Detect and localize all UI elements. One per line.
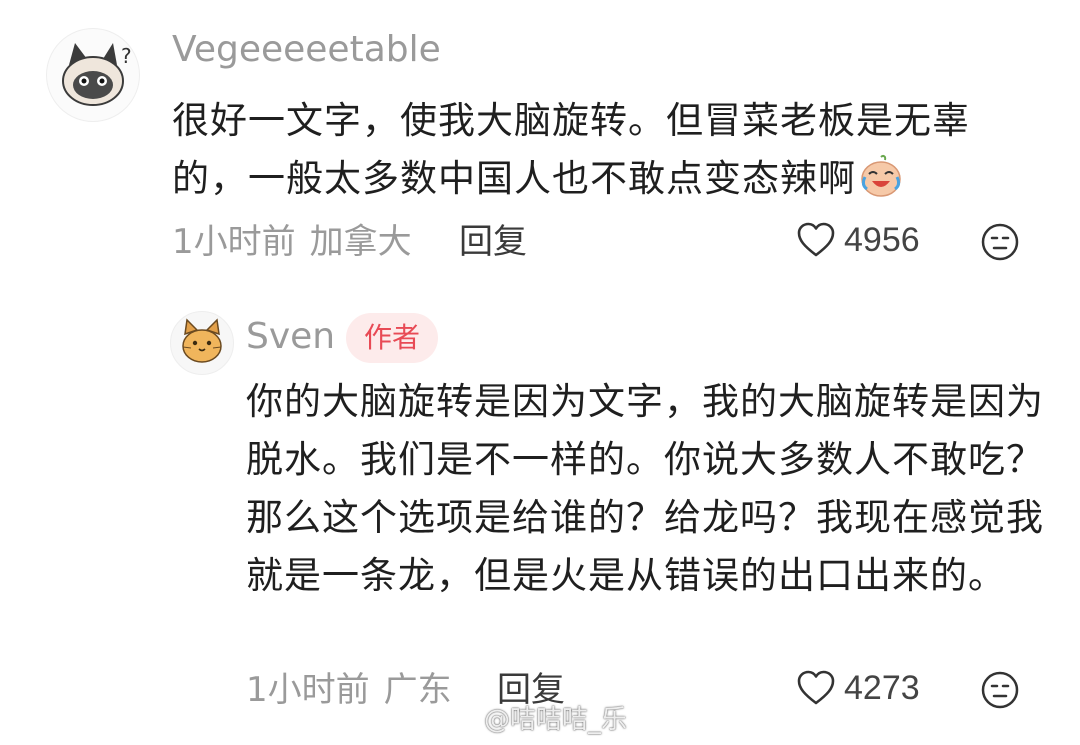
watermark: @咭咭咭_乐 <box>446 702 627 738</box>
avatar[interactable]: ? <box>46 28 140 122</box>
username[interactable]: Sven <box>246 315 335 359</box>
timestamp: 1小时前 <box>246 670 370 710</box>
svg-text:?: ? <box>121 44 132 68</box>
heart-icon <box>797 222 835 257</box>
comment-meta: 1小时前 加拿大 <box>172 220 412 264</box>
comment-text: 很好一文字，使我大脑旋转。但冒菜老板是无辜的，一般太多数中国人也不敢点变态辣啊 <box>172 92 1032 208</box>
like-button[interactable]: 4956 <box>794 218 920 262</box>
neutral-face-icon <box>981 223 1019 261</box>
comment-body: 很好一文字，使我大脑旋转。但冒菜老板是无辜的，一般太多数中国人也不敢点变态辣啊 <box>172 99 970 200</box>
cat-question-avatar-icon: ? <box>62 43 132 106</box>
watermark-text: @咭咭咭_乐 <box>484 705 628 735</box>
timestamp: 1小时前 <box>172 222 296 262</box>
like-button[interactable]: 4273 <box>794 666 920 710</box>
location: 加拿大 <box>309 222 412 262</box>
like-count: 4273 <box>844 669 920 707</box>
cat-face-avatar-icon <box>182 318 222 363</box>
author-badge: 作者 <box>346 313 438 363</box>
comment-text: 你的大脑旋转是因为文字，我的大脑旋转是因为脱水。我们是不一样的。你说大多数人不敢… <box>246 380 1044 597</box>
like-count: 4956 <box>844 221 920 259</box>
dislike-button[interactable] <box>980 670 1020 710</box>
avatar[interactable] <box>170 311 234 375</box>
weibo-logo-icon <box>447 709 478 733</box>
reply-button[interactable]: 回复 <box>459 220 527 264</box>
username[interactable]: Vegeeeeetable <box>172 28 441 72</box>
dislike-button[interactable] <box>980 222 1020 262</box>
heart-icon <box>797 670 835 705</box>
comment-meta: 1小时前 广东 <box>246 668 452 712</box>
neutral-face-icon <box>981 671 1019 709</box>
location: 广东 <box>383 670 452 710</box>
crying-laughing-emoji-icon <box>858 153 904 199</box>
